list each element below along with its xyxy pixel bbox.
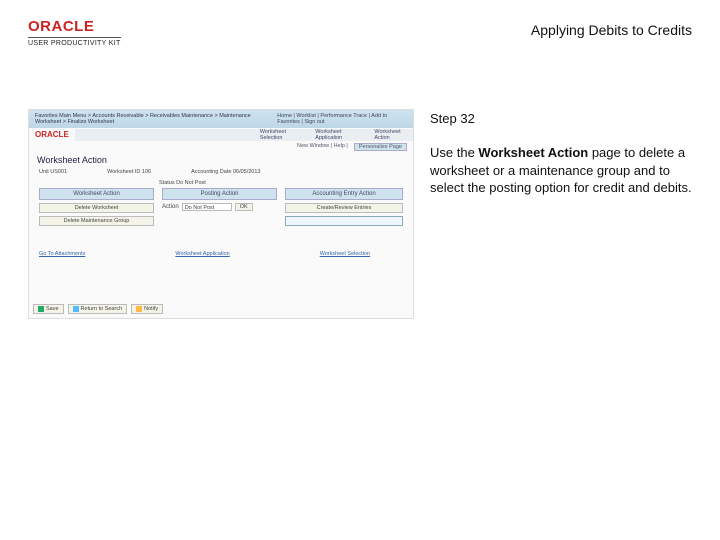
- step-label: Step 32: [430, 111, 692, 126]
- return-button[interactable]: Return to Search: [68, 304, 128, 314]
- ss-status-label: Status: [159, 180, 175, 186]
- main-area: Favorites Main Menu > Accounts Receivabl…: [0, 109, 720, 319]
- return-label: Return to Search: [81, 306, 123, 312]
- ss-page-heading: Worksheet Action: [29, 153, 413, 167]
- ss-top-links: Home | Worklist | Performance Trace | Ad…: [277, 113, 407, 125]
- ss-footer-buttons: Save Return to Search Notify: [33, 304, 163, 314]
- ss-bluebox: [285, 216, 403, 226]
- ss-links-row: Go To Attachments Worksheet Application …: [29, 229, 413, 261]
- instruction-panel: Step 32 Use the Worksheet Action page to…: [430, 109, 692, 197]
- page-title: Applying Debits to Credits: [531, 22, 692, 38]
- upk-subtitle: USER PRODUCTIVITY KIT: [28, 37, 121, 47]
- ss-tab[interactable]: Worksheet Application: [315, 129, 364, 141]
- notify-label: Notify: [144, 306, 158, 312]
- logo-block: ORACLE USER PRODUCTIVITY KIT: [28, 18, 121, 47]
- ss-breadcrumb-bar: Favorites Main Menu > Accounts Receivabl…: [29, 110, 413, 128]
- ss-status-row: Status Do Not Post: [29, 177, 413, 188]
- attachments-link[interactable]: Go To Attachments: [39, 251, 85, 257]
- ss-oracle-logo: ORACLE: [29, 128, 75, 141]
- save-icon: [38, 306, 44, 312]
- ss-tab-row: Worksheet Selection Worksheet Applicatio…: [75, 129, 413, 141]
- header: ORACLE USER PRODUCTIVITY KIT Applying De…: [0, 0, 720, 53]
- notify-button[interactable]: Notify: [131, 304, 163, 314]
- action-select[interactable]: Do Not Post: [182, 203, 232, 211]
- oracle-logo: ORACLE: [28, 18, 121, 35]
- ss-acct-date: Accounting Date 06/05/2013: [191, 169, 260, 175]
- app-screenshot: Favorites Main Menu > Accounts Receivabl…: [28, 109, 414, 319]
- ss-wsid: Worksheet ID 106: [107, 169, 151, 175]
- ss-columns: Worksheet Action Delete Worksheet Delete…: [29, 188, 413, 229]
- step-description: Use the Worksheet Action page to delete …: [430, 144, 692, 197]
- ss-col-head: Posting Action: [162, 188, 277, 200]
- ss-sublinks: New Window | Help | Personalize Page: [29, 141, 413, 153]
- desc-bold: Worksheet Action: [478, 145, 588, 160]
- return-icon: [73, 306, 79, 312]
- desc-part: Use the: [430, 145, 478, 160]
- ss-col-head: Worksheet Action: [39, 188, 154, 200]
- ss-status-value: Do Not Post: [176, 180, 206, 186]
- ws-app-link[interactable]: Worksheet Application: [175, 251, 229, 257]
- ss-info-row: Unit US001 Worksheet ID 106 Accounting D…: [29, 167, 413, 177]
- ss-col-head: Accounting Entry Action: [285, 188, 403, 200]
- ss-tab[interactable]: Worksheet Selection: [260, 129, 306, 141]
- ok-button[interactable]: OK: [235, 203, 253, 211]
- ss-unit: Unit US001: [39, 169, 67, 175]
- save-label: Save: [46, 306, 59, 312]
- save-button[interactable]: Save: [33, 304, 64, 314]
- delete-maint-group-button[interactable]: Delete Maintenance Group: [39, 216, 154, 226]
- notify-icon: [136, 306, 142, 312]
- ss-newwin: New Window | Help |: [297, 143, 348, 151]
- ss-tab[interactable]: Worksheet Action: [374, 129, 413, 141]
- ss-personalize[interactable]: Personalize Page: [354, 143, 407, 151]
- delete-worksheet-button[interactable]: Delete Worksheet: [39, 203, 154, 213]
- create-review-button[interactable]: Create/Review Entries: [285, 203, 403, 213]
- ss-action-label: Action: [162, 204, 179, 210]
- ss-breadcrumb: Favorites Main Menu > Accounts Receivabl…: [35, 113, 277, 125]
- ws-sel-link[interactable]: Worksheet Selection: [320, 251, 370, 257]
